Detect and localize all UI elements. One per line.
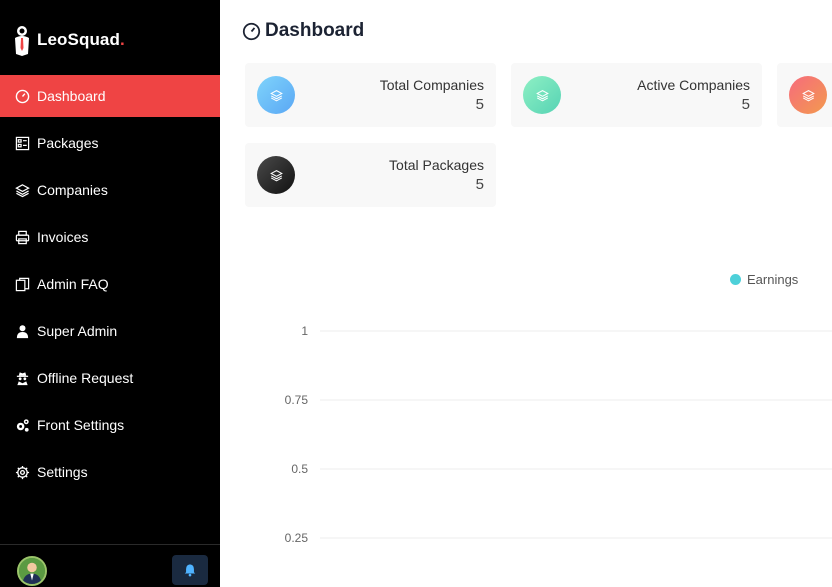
stat-card-total-companies: Total Companies 5 <box>245 63 496 127</box>
sidebar-item-label: Packages <box>37 135 99 151</box>
bell-icon <box>184 564 196 577</box>
sidebar-item-label: Front Settings <box>37 417 125 433</box>
stat-card-value: 5 <box>475 96 484 113</box>
avatar[interactable] <box>17 556 47 586</box>
copy-icon <box>14 276 30 292</box>
sidebar-footer <box>0 544 220 587</box>
sidebar-item-label: Companies <box>37 182 108 198</box>
layers-icon <box>523 76 561 114</box>
main-content: Dashboard Total Companies 5 Active Compa… <box>220 0 832 587</box>
layers-icon <box>257 156 295 194</box>
sidebar: LeoSquad . Dashboard Packages Companies <box>0 0 220 587</box>
stat-card-value: 5 <box>741 96 750 113</box>
sidebar-nav: Dashboard Packages Companies Invoices Ad… <box>0 75 220 498</box>
sidebar-item-packages[interactable]: Packages <box>0 122 220 164</box>
dashboard-icon <box>14 88 30 104</box>
sidebar-item-companies[interactable]: Companies <box>0 169 220 211</box>
stat-card-active-companies: Active Companies 5 <box>511 63 762 127</box>
sidebar-item-front-settings[interactable]: Front Settings <box>0 404 220 446</box>
sidebar-item-offline-request[interactable]: Offline Request <box>0 357 220 399</box>
y-tick-label: 0.25 <box>285 531 309 545</box>
layers-icon <box>789 76 827 114</box>
gears-icon <box>14 417 30 433</box>
brand-dot: . <box>119 30 125 49</box>
sidebar-item-settings[interactable]: Settings <box>0 451 220 493</box>
stat-card-label: Total Companies <box>379 77 484 93</box>
dashboard-icon <box>242 22 261 40</box>
sidebar-item-super-admin[interactable]: Super Admin <box>0 310 220 352</box>
stat-card-value: 5 <box>475 176 484 193</box>
packages-icon <box>14 135 30 151</box>
gear-icon <box>14 464 30 480</box>
user-icon <box>14 323 30 339</box>
sidebar-item-label: Offline Request <box>37 370 134 386</box>
layers-icon <box>14 182 30 198</box>
stat-card-label: Total Packages <box>389 157 484 173</box>
spy-icon <box>14 370 30 386</box>
sidebar-item-admin-faq[interactable]: Admin FAQ <box>0 263 220 305</box>
earnings-chart: 1 0.75 0.5 0.25 <box>285 324 832 545</box>
stat-card-total-packages: Total Packages 5 <box>245 143 496 207</box>
sidebar-item-invoices[interactable]: Invoices <box>0 216 220 258</box>
printer-icon <box>14 229 30 245</box>
brand-name: LeoSquad <box>37 30 120 49</box>
y-tick-label: 0.5 <box>291 462 308 476</box>
sidebar-item-label: Super Admin <box>37 323 118 339</box>
stat-card-label: Active Companies <box>637 77 750 93</box>
sidebar-item-label: Settings <box>37 464 88 480</box>
sidebar-item-dashboard[interactable]: Dashboard <box>0 75 220 117</box>
leosquad-logo-icon <box>15 26 29 56</box>
page-title: Dashboard <box>242 20 364 42</box>
y-tick-label: 1 <box>301 324 308 338</box>
sidebar-item-label: Invoices <box>37 229 89 245</box>
sidebar-item-label: Admin FAQ <box>37 276 109 292</box>
sidebar-item-label: Dashboard <box>37 88 106 104</box>
stat-card-partial <box>777 63 832 127</box>
brand-logo[interactable]: LeoSquad . <box>13 24 125 56</box>
notifications-button[interactable] <box>172 555 208 585</box>
y-tick-label: 0.75 <box>285 393 309 407</box>
page-title-text: Dashboard <box>265 20 365 41</box>
layers-icon <box>257 76 295 114</box>
